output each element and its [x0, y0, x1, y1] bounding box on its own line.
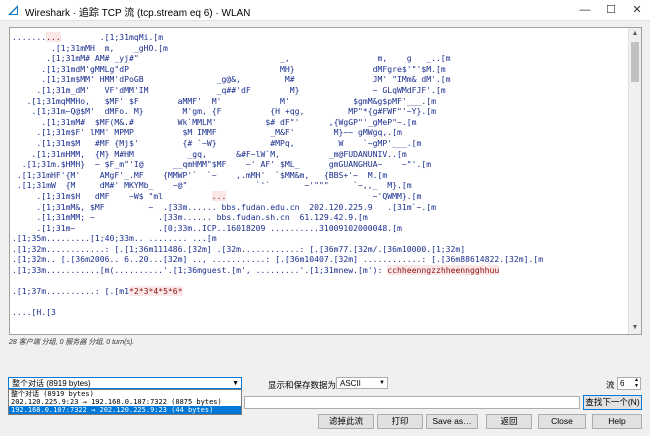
stream-line: .[1;33m...........[m(..........'.[1;36mg…	[12, 265, 630, 276]
client-data-segment: .[1;32m.. [.[36m2006.. 6..20...[32m] ..,…	[12, 254, 544, 265]
find-next-button[interactable]: 查找下一个(N)	[583, 395, 642, 410]
title-bar: Wireshark · 追踪 TCP 流 (tcp.stream eq 6) ·…	[0, 0, 650, 21]
client-data-segment: .[1;31m$F' lMM' MPMP $M IMMF _M&F' M}~~ …	[12, 127, 402, 138]
stream-line: .[1;31mMH m, _gHO.[m	[12, 43, 630, 54]
client-data-segment: .[1;31mHF'{M' AMgF'_.MF {MMWP'` `~ ,.mMH…	[12, 169, 388, 180]
client-data-segment: .[1;31m_dM' VF'dMM'IM _q##'dF M} ~ GLqWM…	[12, 84, 446, 95]
server-data-segment: ...	[46, 32, 61, 42]
server-data-segment: cchheenngzzhheenngghhuu	[387, 265, 500, 276]
client-data-segment: .[1;31m$M #MF {Mj$' {# `~W} #MPq, W `~gM…	[12, 137, 422, 148]
conversation-option[interactable]: 202.120.225.9:23 → 192.168.0.107:7322 (8…	[9, 398, 241, 406]
client-data-segment: .[1;31mMM; ~ .[33m...... bbs.fudan.sh.cn…	[12, 212, 368, 223]
maximize-button[interactable]: ☐	[598, 0, 624, 20]
stream-line: .[1;31mdM'gMMLg"dP MH} dMFgre$'"'$M.[m	[12, 64, 630, 75]
save-as-button[interactable]: Save as…	[426, 414, 478, 429]
server-data-segment: *2*3*4*5*6*	[128, 286, 183, 297]
client-data-segment: .......	[12, 32, 47, 42]
client-data-segment: .[1;31mM&, $MF ~ .[33m...... bbs.fudan.e…	[12, 201, 436, 212]
stream-line: .[1;37m..........: [.[m1*2*3*4*5*6*	[12, 286, 630, 297]
conversation-option[interactable]: 整个对话 (8919 bytes)	[9, 390, 241, 398]
conversation-select[interactable]: 整个对话 (8919 bytes) ▼	[8, 377, 242, 389]
client-data-segment: .[1;31mM# AM# _yj#" _, m, g _..[m	[12, 53, 451, 64]
stream-line: .[1;31mW {M dM#' MKYMb_ ~@" `'` ~'""" `~…	[12, 180, 630, 191]
packet-count-status: 28 客户端 分组, 0 服务器 分组, 0 turn(s).	[9, 339, 135, 346]
stream-line: .[1;31mqMMHo, $MF' $F aMMF' M' M' $gmM&g…	[12, 96, 630, 107]
scrollbar-thumb[interactable]	[631, 42, 639, 82]
stream-line: ....[H.[3	[12, 307, 630, 318]
back-button[interactable]: 返回	[486, 414, 532, 429]
stream-line: .[1;32m.. [.[36m2006.. 6..20...[32m] ..,…	[12, 254, 630, 265]
stream-content[interactable]: .......... .[1;31mqMi.[m .[1;31mMH m, _g…	[10, 28, 630, 318]
print-button[interactable]: 打印	[377, 414, 423, 429]
window-title: Wireshark · 追踪 TCP 流 (tcp.stream eq 6) ·…	[25, 8, 251, 19]
stream-line	[12, 297, 630, 308]
close-window-button[interactable]: ✕	[624, 0, 650, 20]
client-data-segment: ~'QWMM}.[m	[226, 190, 422, 201]
stream-line: .[1;35m.........[1;40;33m.. ........ ...…	[12, 233, 630, 244]
client-data-segment: .[1;31mqMMHo, $MF' $F aMMF' M' M' $gmM&g…	[12, 95, 436, 106]
client-data-segment: .[1;31m~ .[0;33m..ICP..16018209 ........…	[12, 222, 402, 233]
display-as-label: 显示和保存数据为	[268, 380, 337, 390]
display-as-value: ASCII	[340, 379, 361, 388]
client-data-segment: .[1;31mHMM, {M} M#HM _gq, &#F~lW`M, _m@F…	[12, 148, 407, 159]
conversation-selected-value: 整个对话 (8919 bytes)	[12, 379, 91, 388]
client-data-segment: .[1;31mW {M dM#' MKYMb_ ~@" `'` ~'""" `~…	[12, 180, 412, 191]
spin-arrows-icon[interactable]: ▲ ▼	[633, 377, 640, 389]
stream-number-value: 6	[620, 379, 625, 388]
minimize-button[interactable]: —	[572, 0, 598, 20]
scroll-down-icon[interactable]: ▼	[629, 322, 641, 334]
client-data-segment: .[1;31mqMi.[m	[60, 32, 164, 42]
stream-line: .[1;31m$M #MF {Mj$' {# `~W} #MPq, W `~gM…	[12, 138, 630, 149]
client-data-segment: .[1;31m$MM' HMM'dPoGB _g@&, M# JM' "IMm&…	[12, 74, 451, 85]
stream-line: .[1;31m~Q@$M' dMFo. M} M'gm, {F {H +qg, …	[12, 106, 630, 117]
stream-line: .[1;31m.$HMH} ~ $F_m"'I@ __qmHMM"$MF ~' …	[12, 159, 630, 170]
stream-line: .[1;32m............: [.[1;36m111486.[32m…	[12, 244, 630, 255]
stream-number-spinbox[interactable]: 6 ▲ ▼	[617, 377, 641, 390]
stream-line: .[1;31m$F' lMM' MPMP $M IMMF _M&F' M}~~ …	[12, 127, 630, 138]
client-data-segment: .[1;37m..........: [.[m1	[12, 286, 129, 297]
client-data-segment: .[1;35m.........[1;40;33m.. ........ ...…	[12, 233, 217, 244]
client-data-segment: .[1;33m...........[m(..........'.[1;36mg…	[12, 265, 388, 276]
stream-line: .[1;31m~ .[0;33m..ICP..16018209 ........…	[12, 223, 630, 234]
stream-line: .[1;31m$H dMF ~W$ "ml ... ~'QWMM}.[m	[12, 190, 630, 202]
conversation-option[interactable]: 192.168.0.107:7322 → 202.120.225.9:23 (4…	[9, 406, 241, 414]
stream-number-label: 流	[606, 380, 615, 390]
stream-line	[12, 276, 630, 287]
conversation-dropdown-list[interactable]: 整个对话 (8919 bytes) 202.120.225.9:23 → 192.…	[8, 389, 242, 415]
filter-out-stream-button[interactable]: 滤掉此流	[318, 414, 374, 429]
client-data-segment: .[1;31m$H dMF ~W$ "ml	[12, 190, 212, 201]
stream-line: .[1;31m$MM' HMM'dPoGB _g@&, M# JM' "IMm&…	[12, 74, 630, 85]
stream-line: .[1;31mHF'{M' AMgF'_.MF {MMWP'` `~ ,.mMH…	[12, 170, 630, 181]
vertical-scrollbar[interactable]: ▲ ▼	[628, 28, 641, 334]
stream-line: .[1;31mM&, $MF ~ .[33m...... bbs.fudan.e…	[12, 202, 630, 213]
close-button[interactable]: Close	[538, 414, 586, 429]
wireshark-fin-icon	[8, 5, 18, 15]
stream-line: .[1;31mMM; ~ .[33m...... bbs.fudan.sh.cn…	[12, 212, 630, 223]
help-button[interactable]: Help	[592, 414, 642, 429]
client-data-segment: .[1;31mdM'gMMLg"dP MH} dMFgre$'"'$M.[m	[12, 63, 446, 74]
client-data-segment: .[1;31mMH m, _gHO.[m	[12, 42, 168, 53]
display-as-select[interactable]: ASCII ▼	[336, 377, 388, 389]
stream-text-pane[interactable]: .......... .[1;31mqMi.[m .[1;31mMH m, _g…	[9, 27, 642, 335]
stream-line: .[1;31m_dM' VF'dMM'IM _q##'dF M} ~ GLqWM…	[12, 85, 630, 96]
client-data-segment: .[1;31m~Q@$M' dMFo. M} M'gm, {F {H +qg, …	[12, 106, 436, 117]
client-data-segment: .[1;31mM# $MF(M&.# Wk`MMLM' $# dF"' ,{Wg…	[12, 116, 417, 127]
stream-line: .[1;31mHMM, {M} M#HM _gq, &#F~lW`M, _m@F…	[12, 149, 630, 160]
client-data-segment: ....[H.[3	[12, 307, 56, 318]
stream-line: .......... .[1;31mqMi.[m	[12, 32, 630, 43]
stream-line: .[1;31mM# AM# _yj#" _, m, g _..[m	[12, 53, 630, 64]
scroll-up-icon[interactable]: ▲	[629, 28, 641, 40]
chevron-down-icon: ▼	[379, 380, 385, 386]
client-data-segment: .[1;32m............: [.[1;36m111486.[32m…	[12, 243, 466, 254]
client-data-segment: .[1;31m.$HMH} ~ $F_m"'I@ __qmHMM"$MF ~' …	[12, 159, 432, 170]
stream-line: .[1;31mM# $MF(M&.# Wk`MMLM' $# dF"' ,{Wg…	[12, 117, 630, 128]
find-input[interactable]	[244, 396, 580, 409]
server-data-segment: ...	[211, 190, 227, 201]
